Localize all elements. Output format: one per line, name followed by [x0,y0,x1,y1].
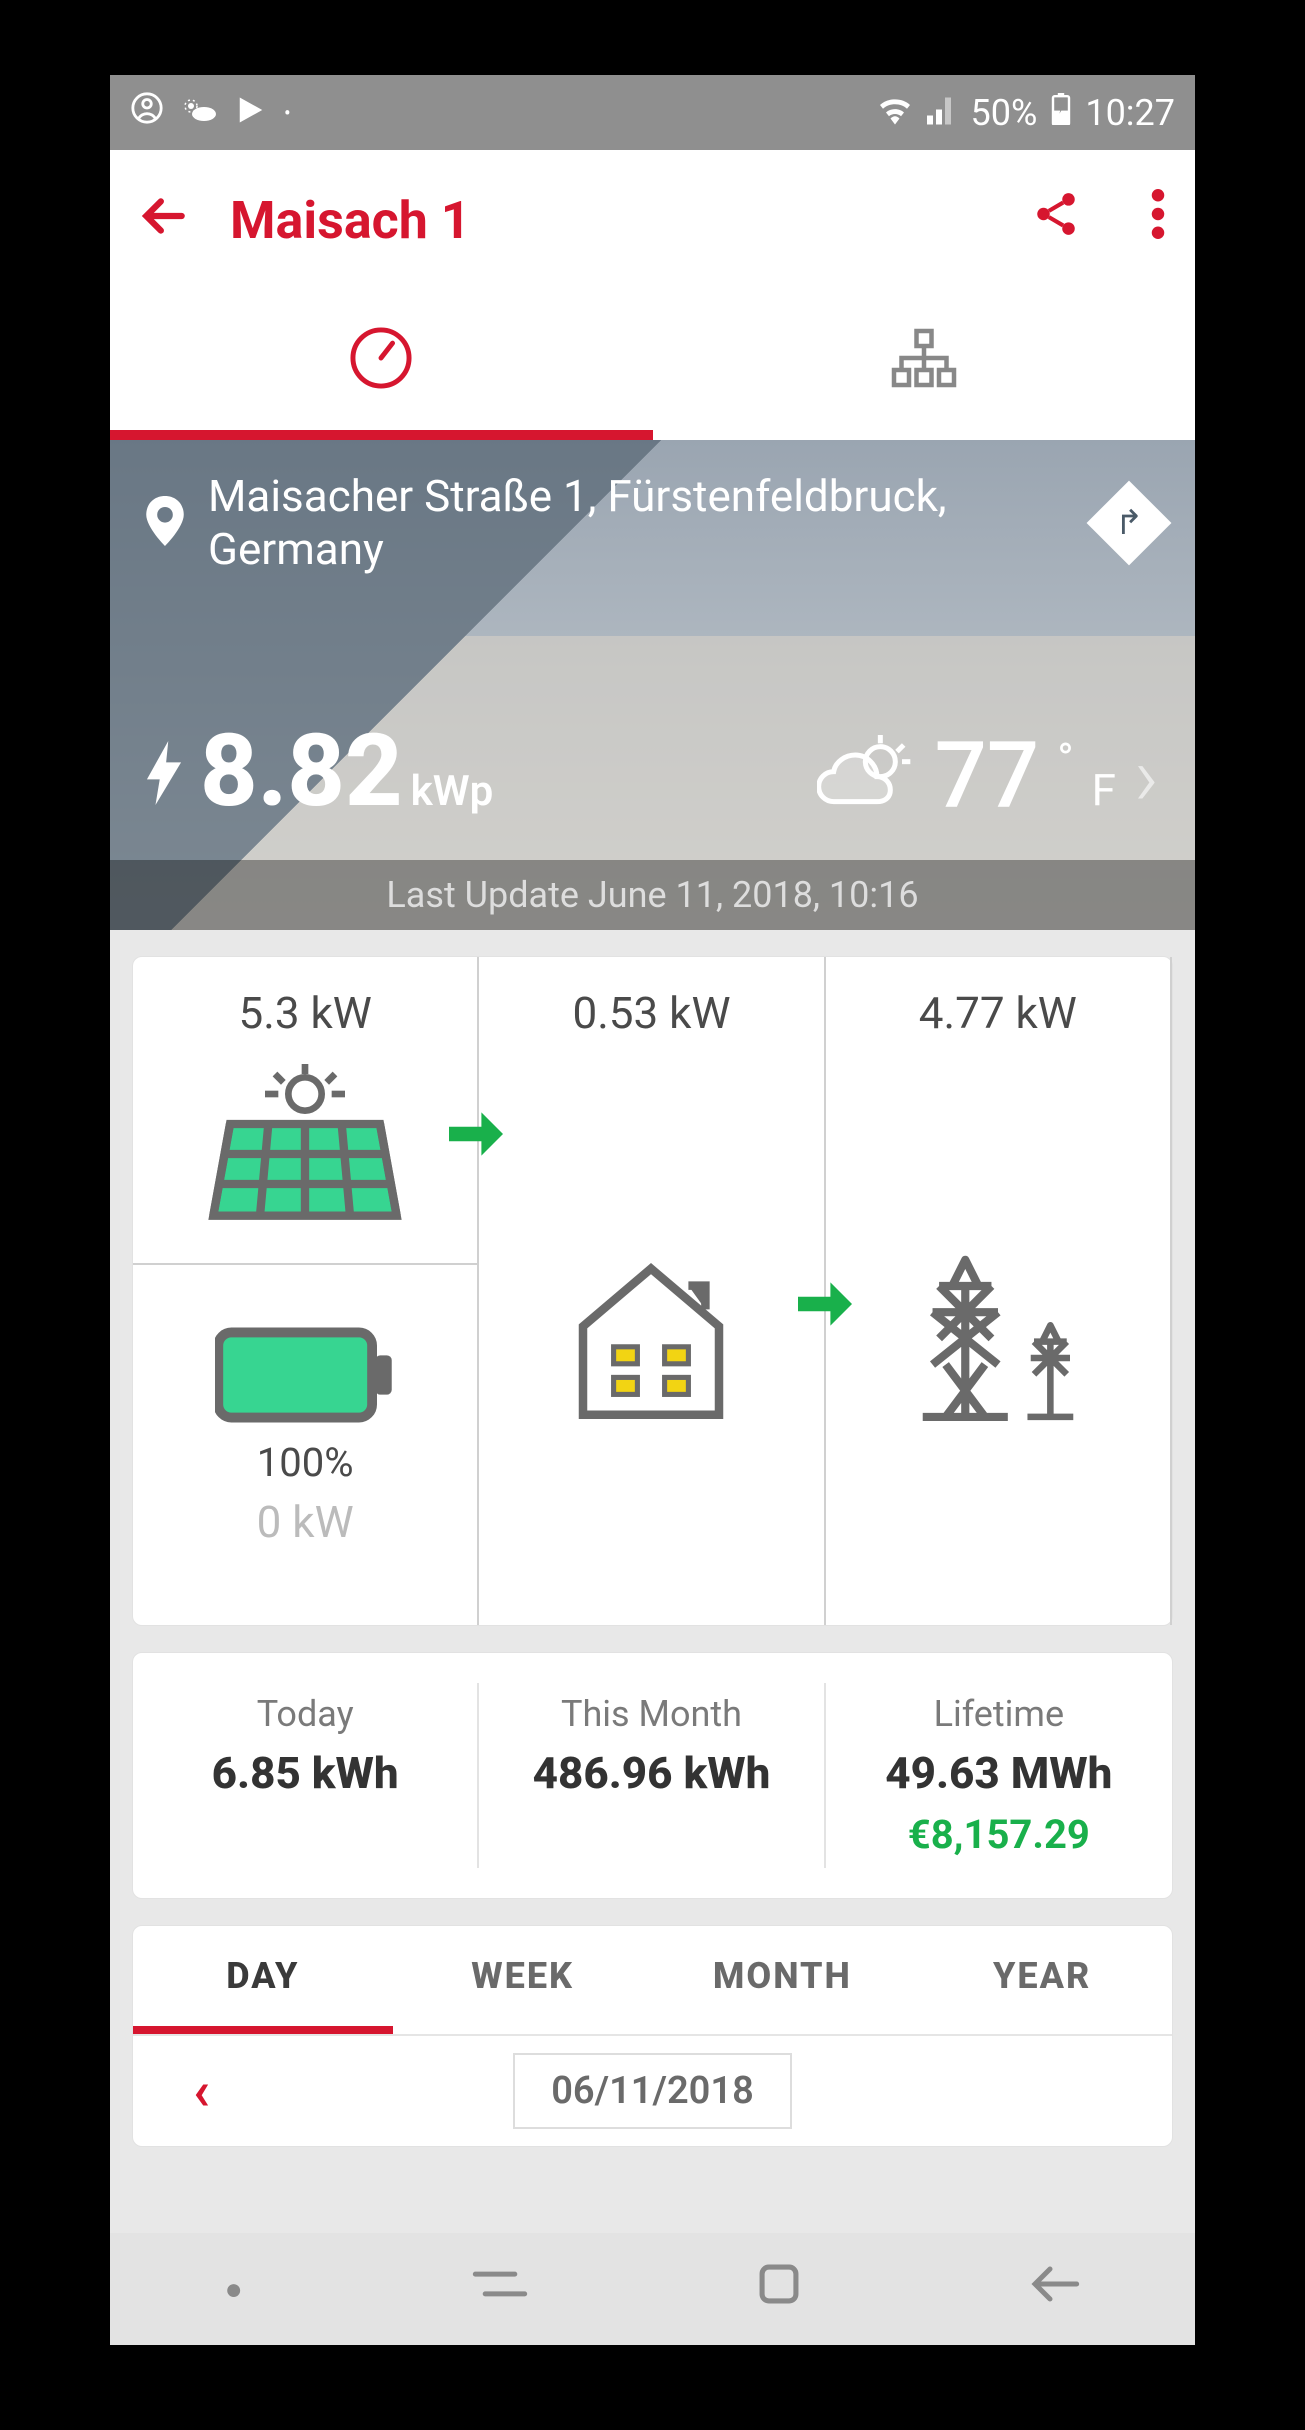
hero-next-button[interactable]: › [1134,727,1159,826]
status-right: 50% 10:27 [877,92,1176,134]
temp-scale: F [1092,764,1116,816]
nav-recent-button[interactable] [472,2263,528,2315]
tab-layout[interactable] [653,290,1196,440]
sitemap-icon [888,322,960,398]
solar-column: 5.3 kW 100% 0 kW [133,957,479,1625]
stat-lifetime-value: 49.63 MWh [885,1747,1112,1799]
period-tab-day[interactable]: DAY [133,1926,393,2034]
gauge-icon [348,325,414,395]
stat-today: Today 6.85 kWh [133,1683,479,1868]
period-tab-year[interactable]: YEAR [912,1926,1172,2034]
app-bar: Maisach 1 [110,150,1195,290]
flow-arrow-solar-home [449,1097,503,1172]
partly-cloudy-icon [817,735,917,819]
solar-panel-icon [205,1059,405,1233]
nav-back-button[interactable] [1030,2263,1080,2315]
profile-icon [130,91,164,134]
phone-frame: • 50% 10:27 Maisach 1 [110,75,1195,2345]
stat-month: This Month 486.96 kWh [479,1683,825,1868]
date-picker[interactable]: 06/11/2018 [513,2053,792,2129]
location-pin-icon [146,496,184,550]
stat-lifetime: Lifetime 49.63 MWh €8,157.29 [826,1683,1172,1868]
date-prev-button[interactable]: ‹ [193,2060,210,2123]
bolt-icon [146,741,182,820]
site-address: Maisacher Straße 1, Fürstenfeldbruck, Ge… [208,470,1075,576]
temp-degree: ° [1057,733,1073,785]
nav-dot-icon[interactable]: ● [225,2272,243,2307]
period-card: DAY WEEK MONTH YEAR ‹ 06/11/2018 [132,1925,1173,2147]
flow-arrow-home-grid [798,1267,852,1342]
android-nav-bar: ● [110,2233,1195,2345]
date-selector: ‹ 06/11/2018 [133,2036,1172,2146]
wifi-icon [877,92,913,134]
battery-icon [1051,92,1071,134]
period-tab-month[interactable]: MONTH [653,1926,913,2034]
overflow-menu-button[interactable] [1151,189,1165,251]
status-left-icons: • [130,91,291,134]
directions-button[interactable]: ↱ [1087,480,1172,565]
battery-pct-label: 100% [257,1439,354,1486]
home-column: 0.53 kW [479,957,825,1625]
kwp-value: 8.82 [200,713,403,830]
status-bar: • 50% 10:27 [110,75,1195,150]
nav-home-button[interactable] [757,2262,801,2317]
battery-section: 100% 0 kW [215,1325,395,1548]
energy-stats-card: Today 6.85 kWh This Month 486.96 kWh Lif… [132,1652,1173,1899]
battery-pct: 50% [971,92,1038,134]
battery-full-icon [215,1325,395,1429]
battery-kw-label: 0 kW [257,1496,354,1548]
last-update: Last Update June 11, 2018, 10:16 [110,860,1195,930]
temp-value: 77 [935,723,1040,830]
power-flow-card: 5.3 kW 100% 0 kW 0.53 kW [132,956,1173,1626]
stat-month-value: 486.96 kWh [533,1747,771,1799]
period-tabs: DAY WEEK MONTH YEAR [133,1926,1172,2036]
house-icon [566,1255,736,1429]
dot-icon: • [284,101,291,125]
weather: 77 ° F › [817,723,1159,830]
stat-today-value: 6.85 kWh [212,1747,399,1799]
share-button[interactable] [1031,189,1081,251]
grid-power: 4.77 kW [919,987,1077,1039]
site-hero: Maisacher Straße 1, Fürstenfeldbruck, Ge… [110,440,1195,930]
solar-power: 5.3 kW [239,987,372,1039]
stat-today-label: Today [257,1693,354,1735]
tab-dashboard[interactable] [110,290,653,440]
directions-icon: ↱ [1115,503,1144,543]
period-tab-week[interactable]: WEEK [393,1926,653,2034]
back-button[interactable] [140,185,190,256]
stat-month-label: This Month [561,1693,742,1735]
system-size: 8.82 kWp [146,713,493,830]
home-power: 0.53 kW [572,987,730,1039]
stat-lifetime-label: Lifetime [934,1693,1065,1735]
signal-icon [927,92,957,134]
grid-column: 4.77 kW [826,957,1172,1625]
kwp-unit: kWp [411,767,494,816]
play-store-icon [236,92,266,134]
page-title: Maisach 1 [230,190,991,251]
power-grid-icon [898,1250,1098,1434]
stat-lifetime-money: €8,157.29 [908,1811,1090,1858]
clock: 10:27 [1085,92,1175,134]
view-tabs [110,290,1195,440]
weather-status-icon [182,92,218,134]
